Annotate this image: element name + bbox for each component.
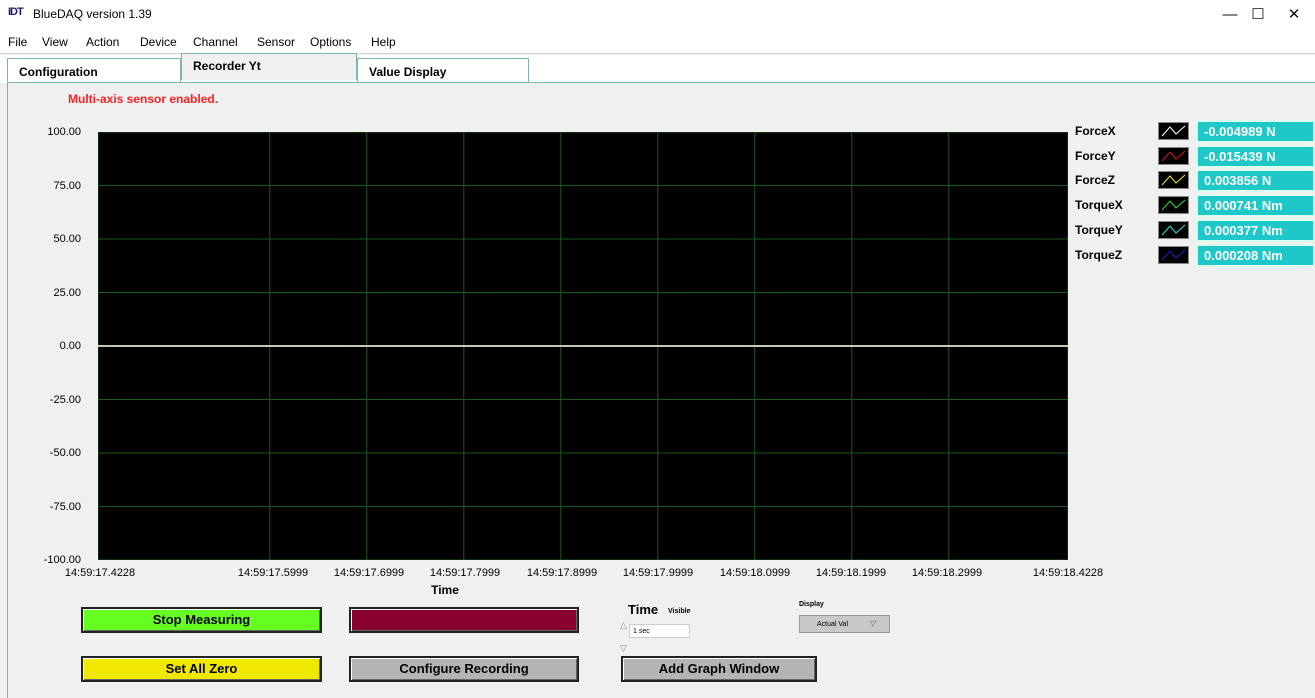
menu-help[interactable]: Help: [371, 35, 396, 49]
title-bar: IDT BlueDAQ version 1.39 — ☐ ✕: [0, 0, 1315, 31]
x-tick-label: 14:59:17.9999: [622, 567, 694, 579]
legend-swatch-torquey[interactable]: [1158, 221, 1189, 239]
swatch-line: [1161, 199, 1186, 211]
swatch-line: [1161, 150, 1186, 162]
value-forcex: -0.004989 N: [1196, 120, 1315, 143]
dropdown-arrow-icon[interactable]: ▽: [870, 619, 876, 628]
legend-name-torquex: TorqueX: [1075, 198, 1123, 212]
time-visible-field[interactable]: 1 sec: [629, 624, 690, 638]
menu-view[interactable]: View: [42, 35, 68, 49]
legend-name-forcez: ForceZ: [1075, 173, 1116, 187]
legend-name-forcex: ForceX: [1075, 124, 1116, 138]
add-graph-window-button[interactable]: Add Graph Window: [621, 656, 817, 682]
legend-swatch-torquez[interactable]: [1158, 246, 1189, 264]
tab-value-display[interactable]: Value Display: [357, 58, 529, 83]
legend-swatch-forcez[interactable]: [1158, 171, 1189, 189]
y-tick-label: 50.00: [53, 233, 81, 245]
x-tick-label: 14:59:17.5999: [237, 567, 309, 579]
menu-device[interactable]: Device: [140, 35, 177, 49]
maximize-button[interactable]: ☐: [1245, 4, 1271, 26]
tab-configuration[interactable]: Configuration: [7, 58, 181, 83]
value-torquez: 0.000208 Nm: [1196, 244, 1315, 267]
legend-swatch-torquex[interactable]: [1158, 196, 1189, 214]
x-tick-label: 14:59:18.2999: [911, 567, 983, 579]
swatch-line: [1161, 125, 1186, 137]
warning-message: Multi-axis sensor enabled.: [68, 92, 219, 106]
configure-recording-button[interactable]: Configure Recording: [349, 656, 579, 682]
value-forcez: 0.003856 N: [1196, 169, 1315, 192]
plot-svg: [97, 131, 1069, 561]
legend-name-torquey: TorqueY: [1075, 223, 1123, 237]
value-forcey: -0.015439 N: [1196, 145, 1315, 168]
menu-bar: File View Action Device Channel Sensor O…: [0, 31, 1315, 54]
swatch-line: [1161, 249, 1186, 261]
menu-action[interactable]: Action: [86, 35, 119, 49]
close-button[interactable]: ✕: [1281, 4, 1307, 26]
time-visible-label: Time: [628, 602, 659, 617]
y-tick-label: 75.00: [53, 180, 81, 192]
x-tick-label: 14:59:17.7999: [429, 567, 501, 579]
window-title: BlueDAQ version 1.39: [33, 7, 152, 21]
display-label: Display: [799, 601, 824, 608]
swatch-line: [1161, 174, 1186, 186]
value-torquex: 0.000741 Nm: [1196, 194, 1315, 217]
x-tick-label: 14:59:18.1999: [815, 567, 887, 579]
y-tick-label: 100.00: [47, 126, 81, 138]
time-visible-sublabel: Visible: [668, 608, 691, 615]
y-tick-label: -100.00: [43, 554, 81, 566]
display-select[interactable]: Actual Val: [799, 615, 890, 633]
menu-channel[interactable]: Channel: [193, 35, 238, 49]
set-all-zero-button[interactable]: Set All Zero: [81, 656, 322, 682]
minimize-button[interactable]: —: [1217, 4, 1243, 26]
legend-name-forcey: ForceY: [1075, 149, 1116, 163]
y-tick-label: -75.00: [49, 501, 81, 513]
app-logo: IDT: [8, 6, 24, 18]
legend-swatch-forcey[interactable]: [1158, 147, 1189, 165]
swatch-line: [1161, 224, 1186, 236]
y-tick-label: -50.00: [49, 447, 81, 459]
legend-swatch-forcex[interactable]: [1158, 122, 1189, 140]
x-tick-label: 14:59:17.6999: [333, 567, 405, 579]
decrement-arrow-icon[interactable]: ▽: [620, 643, 627, 654]
tab-strip: Configuration Recorder Yt Value Display: [0, 53, 1315, 83]
increment-arrow-icon[interactable]: △: [620, 620, 627, 631]
y-tick-label: -25.00: [49, 394, 81, 406]
stop-measuring-button[interactable]: Stop Measuring: [81, 607, 322, 633]
x-axis-title: Time: [431, 583, 459, 597]
start-recording-button[interactable]: Start Recording: [349, 607, 579, 633]
tab-recorder-yt[interactable]: Recorder Yt: [181, 53, 357, 80]
menu-sensor[interactable]: Sensor: [257, 35, 295, 49]
x-tick-label: 14:59:18.4228: [1032, 567, 1104, 579]
value-torquey: 0.000377 Nm: [1196, 219, 1315, 242]
menu-options[interactable]: Options: [310, 35, 351, 49]
legend-name-torquez: TorqueZ: [1075, 248, 1123, 262]
x-tick-label: 14:59:18.0999: [719, 567, 791, 579]
recorder-plot[interactable]: [97, 131, 1069, 561]
x-tick-label: 14:59:17.4228: [64, 567, 136, 579]
y-tick-label: 25.00: [53, 287, 81, 299]
menu-file[interactable]: File: [8, 35, 27, 49]
y-tick-label: 0.00: [59, 340, 81, 352]
x-tick-label: 14:59:17.8999: [526, 567, 598, 579]
